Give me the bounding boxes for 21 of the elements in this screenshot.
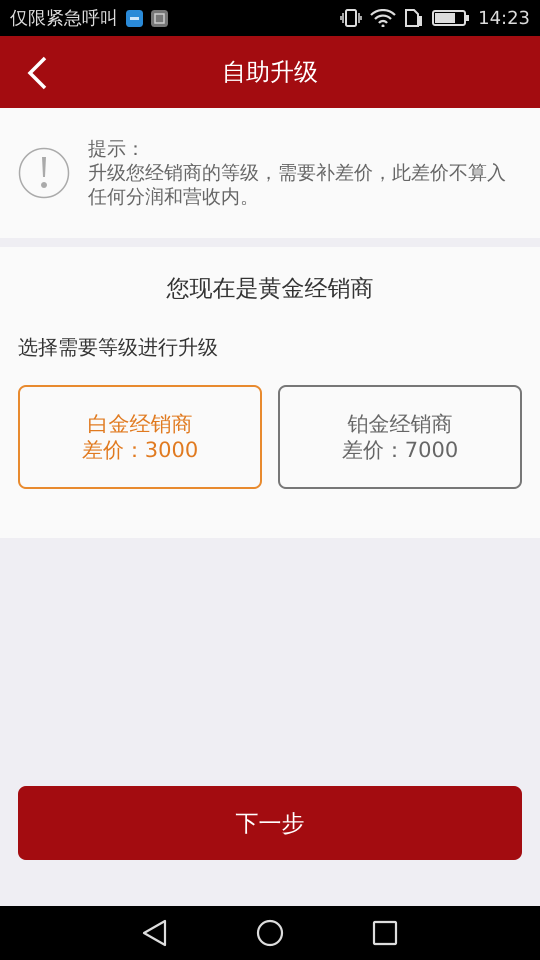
vibrate-icon — [340, 9, 362, 27]
recents-icon[interactable] — [372, 920, 398, 946]
carrier-text: 仅限紧急呼叫 — [10, 7, 118, 30]
back-nav-icon[interactable] — [142, 919, 168, 947]
back-icon[interactable] — [26, 56, 48, 90]
image-icon — [151, 10, 168, 26]
tip-text: 升级您经销商的等级，需要补差价，此差价不算入任何分润和营收内。 — [88, 161, 507, 209]
home-icon[interactable] — [256, 919, 284, 947]
current-level-text: 您现在是黄金经销商 — [166, 275, 374, 304]
level-option[interactable]: 白金经销商 差价：3000 — [18, 385, 262, 489]
prompt-text: 选择需要等级进行升级 — [18, 334, 218, 361]
sim-icon — [404, 9, 424, 27]
notification-icon — [126, 10, 143, 26]
tip-label: 提示： — [88, 137, 146, 161]
clock-text: 14:23 — [478, 8, 530, 28]
next-button[interactable]: 下一步 — [18, 786, 522, 860]
exclamation-icon — [18, 147, 70, 199]
wifi-icon — [370, 9, 396, 27]
battery-icon — [432, 9, 470, 27]
level-option[interactable]: 铂金经销商 差价：7000 — [278, 385, 522, 489]
page-title: 自助升级 — [222, 57, 318, 88]
